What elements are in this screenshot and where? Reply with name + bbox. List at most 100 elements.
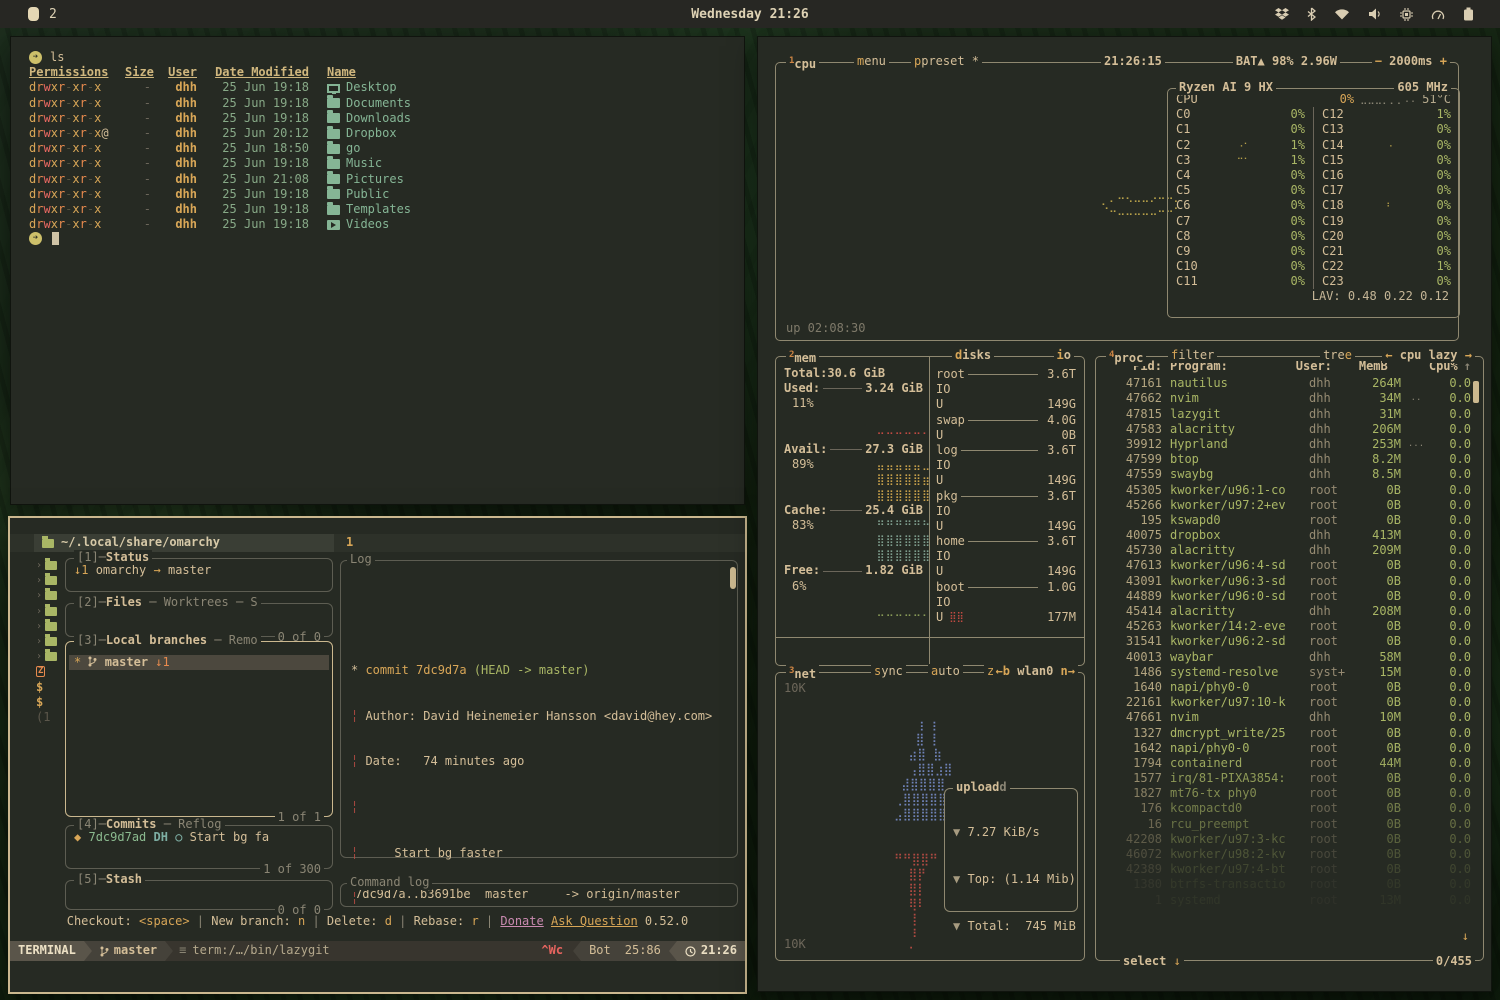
process-row[interactable]: 42208 kworker/u97:3-kc root 0B 0.0 [1104,832,1471,847]
explorer-item[interactable]: › [36,558,62,573]
process-row[interactable]: 45266 kworker/u97:2+ev root 0B 0.0 [1104,498,1471,513]
process-row[interactable]: 1486 systemd-resolve syst+ 15M 0.0 [1104,665,1471,680]
chevron-right-icon[interactable]: › [36,619,42,634]
process-row[interactable]: 16 rcu_preempt root 0B 0.0 [1104,817,1471,832]
process-row[interactable]: 1577 irq/81-PIXA3854: root 0B 0.0 [1104,771,1471,786]
mem-label: Total: [784,366,827,381]
dropbox-icon[interactable] [1275,7,1289,21]
process-row[interactable]: 46072 kworker/u98:2-kv root 0B 0.0 [1104,847,1471,862]
process-row[interactable]: 39912 Hyprland dhh 253M ... 0.0 [1104,437,1471,452]
process-row[interactable]: 44889 kworker/u96:0-sd root 0B 0.0 [1104,589,1471,604]
process-row[interactable]: 176 kcompactd0 root 0B 0.0 [1104,801,1471,816]
panel-stash[interactable]: [5]─Stash 0 of 0 [65,880,333,910]
chevron-right-icon[interactable]: › [36,634,42,649]
net-sync-toggle[interactable]: sync [871,664,906,679]
scroll-down-arrow[interactable]: ↓ [1462,929,1469,944]
process-row[interactable]: 47599 btop dhh 8.2M 0.0 [1104,452,1471,467]
explorer-item[interactable]: › [36,619,62,634]
panel-files[interactable]: [2]─Files ─ Worktrees ─ S 0 of 0 [65,603,333,637]
process-row[interactable]: 47559 swaybg dhh 8.5M 0.0 [1104,467,1471,482]
file-explorer-strip[interactable]: › › › › › › [36,558,62,725]
menu-button[interactable]: menu [854,54,889,69]
proc-scrollbar[interactable] [1473,381,1479,403]
explorer-item[interactable]: › [36,573,62,588]
process-spark: .. [1401,391,1431,406]
process-row[interactable]: 1 systemd root 13M 0.0 [1104,893,1471,908]
commit-log[interactable]: * commit 7dc9d7a (HEAD -> master) ╎ Auth… [341,561,737,1000]
panel-log[interactable]: Log * commit 7dc9d7a (HEAD -> master) ╎ … [340,560,738,858]
process-row[interactable]: 40075 dropbox dhh 413M 0.0 [1104,528,1471,543]
process-row[interactable]: 47815 lazygit dhh 31M 0.0 [1104,407,1471,422]
process-row[interactable]: 47662 nvim dhh 34M .. 0.0 [1104,391,1471,406]
process-row[interactable]: 45305 kworker/u96:1-co root 0B 0.0 [1104,483,1471,498]
chevron-right-icon[interactable]: › [36,558,42,573]
process-row[interactable]: 47661 nvim dhh 10M 0.0 [1104,710,1471,725]
ask-question-link[interactable]: Ask Question [551,914,638,928]
panel-commits[interactable]: [4]─Commits ─ Reflog ◆ 7dc9d7ad DH ○ Sta… [65,825,333,869]
panel-status[interactable]: [1]─Status ↓1 omarchy → master [65,558,333,592]
process-row[interactable]: 47583 alacritty dhh 206M 0.0 [1104,422,1471,437]
chevron-right-icon[interactable]: › [36,604,42,619]
net-details-title[interactable]: uploadd [953,780,1010,795]
process-row[interactable]: 45730 alacritty dhh 209M 0.0 [1104,543,1471,558]
mem-label: Avail: [784,442,827,457]
process-row[interactable]: 45263 kworker/14:2-eve root 0B 0.0 [1104,619,1471,634]
explorer-item[interactable]: › Z [36,664,62,679]
mem-box-title[interactable]: 2mem [786,348,819,366]
explorer-item[interactable]: › $ [36,695,62,710]
panel-branches[interactable]: [3]─Local branches ─ Remo * master ↓1 1 … [65,641,333,817]
process-row[interactable]: 47613 kworker/u96:4-sd root 0B 0.0 [1104,558,1471,573]
donate-link[interactable]: Donate [500,914,543,928]
chip-icon[interactable] [1400,8,1413,21]
chevron-right-icon[interactable]: › [36,649,42,664]
proc-box-title[interactable]: 4proc [1106,348,1146,366]
process-row[interactable]: 1827 mt76-tx phy0 root 0B 0.0 [1104,786,1471,801]
explorer-item[interactable]: › [36,588,62,603]
proc-select-hint[interactable]: select ↓ [1120,954,1184,969]
process-row[interactable]: 42389 kworker/u97:4-bt root 0B 0.0 [1104,862,1471,877]
proc-tree-toggle[interactable]: tree [1320,348,1355,363]
process-row[interactable]: 1642 napi/phy0-0 root 0B 0.0 [1104,741,1471,756]
net-box-title[interactable]: 3net [786,664,819,682]
terminal-cursor[interactable] [52,232,59,245]
tab-indicator[interactable]: 1 [346,534,353,552]
cpu-box-title[interactable]: 1cpu [786,54,819,72]
update-interval[interactable]: − 2000ms + [1372,54,1450,69]
explorer-item[interactable]: › $ [36,680,62,695]
log-scrollbar[interactable] [730,567,736,589]
process-row[interactable]: 1327 dmcrypt_write/25 root 0B 0.0 [1104,726,1471,741]
gauge-icon[interactable] [1431,8,1445,21]
volume-icon[interactable] [1368,8,1382,20]
process-row[interactable]: 43091 kworker/u96:3-sd root 0B 0.0 [1104,574,1471,589]
preset-button[interactable]: ppreset * [911,54,982,69]
wifi-icon[interactable] [1334,8,1350,20]
terminal-window-btop[interactable]: 1cpu menu ppreset * 21:26:15 BAT▲ 98% 2.… [757,36,1492,992]
process-row[interactable]: 40013 waybar dhh 58M 0.0 [1104,650,1471,665]
process-row[interactable]: 1380 btrfs-transactio root 0B 0.0 [1104,877,1471,892]
battery-icon[interactable] [1463,7,1474,21]
terminal-window-ls[interactable]: ➔ ls Permissions Size User Date Modified… [10,36,745,505]
process-row[interactable]: 195 kswapd0 root 0B 0.0 [1104,513,1471,528]
net-interface-selector[interactable]: ←b wlan0 n→ [993,664,1079,679]
chevron-right-icon[interactable]: › [36,588,42,603]
process-row[interactable]: 22161 kworker/u97:10-k root 0B 0.0 [1104,695,1471,710]
proc-sort-selector[interactable]: ← cpu lazy → [1382,348,1475,363]
proc-filter-button[interactable]: filter [1168,348,1217,363]
net-auto-toggle[interactable]: auto [928,664,963,679]
process-row[interactable]: 1640 napi/phy0-0 root 0B 0.0 [1104,680,1471,695]
process-row[interactable]: 31541 kworker/u96:2-sd root 0B 0.0 [1104,634,1471,649]
commit-entry[interactable]: * commit bf64cc7 ╎ Author: David Heineme… [351,982,727,1000]
process-row[interactable]: 45414 alacritty dhh 208M 0.0 [1104,604,1471,619]
process-row[interactable]: 1794 containerd root 44M 0.0 [1104,756,1471,771]
process-pid: 1642 [1104,741,1162,756]
chevron-right-icon[interactable]: › [36,573,42,588]
explorer-item[interactable]: › [36,649,62,664]
explorer-item[interactable]: › [36,604,62,619]
process-list[interactable]: 47161 nautilus dhh 264M 0.0 47662 nvim d… [1096,374,1483,908]
process-row[interactable]: 47161 nautilus dhh 264M 0.0 [1104,376,1471,391]
terminal-window-lazygit[interactable]: ~/.local/share/omarchy 1 › › › › [8,516,747,994]
bluetooth-icon[interactable] [1307,7,1316,21]
explorer-item[interactable]: › (1 [36,710,62,725]
explorer-item[interactable]: › [36,634,62,649]
branch-row-selected[interactable]: * master ↓1 [69,655,329,670]
